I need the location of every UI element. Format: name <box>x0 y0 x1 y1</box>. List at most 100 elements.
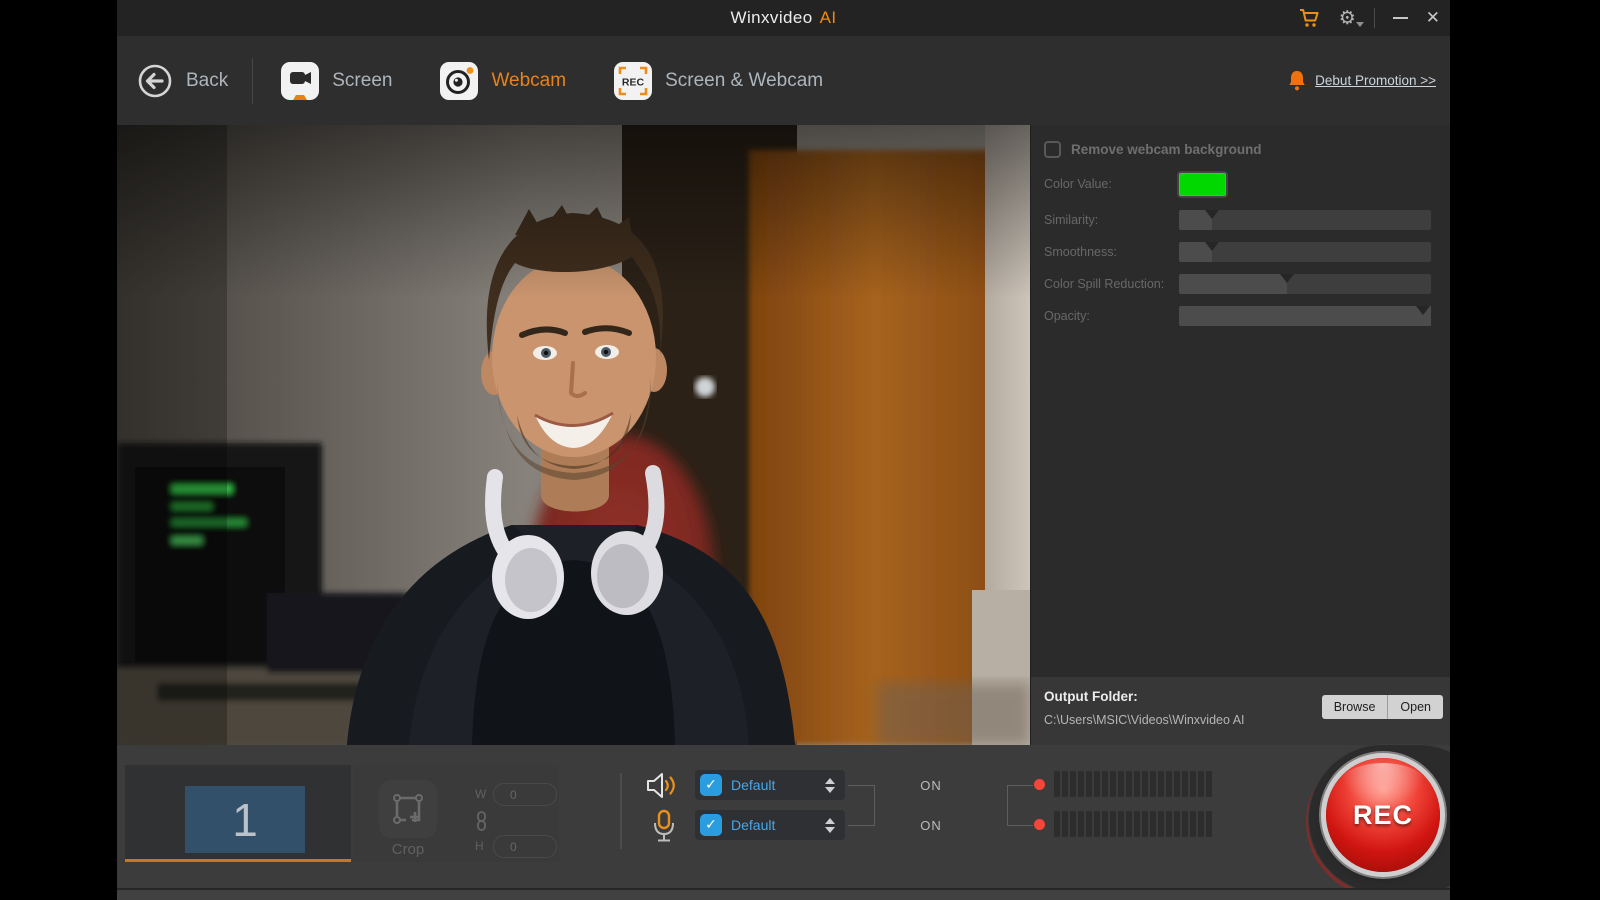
output-folder-label: Output Folder: <box>1044 689 1138 704</box>
bottom-status-strip <box>117 888 1450 900</box>
opacity-slider[interactable] <box>1179 306 1431 326</box>
meter-segment <box>1182 811 1188 837</box>
slider-thumb[interactable] <box>1205 242 1219 251</box>
meter-segment <box>1078 811 1084 837</box>
chroma-key-panel: Remove webcam background Color Value: Si… <box>1030 125 1450 745</box>
meter-segment <box>1086 771 1092 797</box>
smoothness-slider[interactable] <box>1179 242 1431 262</box>
tab-screen[interactable]: Screen <box>281 62 392 100</box>
rec-button[interactable]: REC <box>1326 758 1440 872</box>
remove-bg-row: Remove webcam background <box>1044 141 1262 158</box>
width-input[interactable]: 0 <box>493 783 557 806</box>
meter-segment <box>1078 771 1084 797</box>
titlebar-controls: ⚙ ✕ <box>1299 0 1440 36</box>
meter-segment <box>1102 811 1108 837</box>
slider-thumb[interactable] <box>1280 274 1294 283</box>
meter-segment <box>1198 771 1204 797</box>
mic-device-value: Default <box>731 817 825 833</box>
mic-level-dot <box>1034 819 1045 830</box>
slider-thumb[interactable] <box>1205 210 1219 219</box>
meter-segment <box>1166 811 1172 837</box>
tab-webcam[interactable]: Webcam <box>440 62 566 100</box>
meter-segment <box>1118 811 1124 837</box>
nav-left: Back Screen <box>137 36 823 125</box>
slider-fill <box>1179 274 1287 294</box>
crop-icon <box>390 791 426 827</box>
color-spill-slider[interactable] <box>1179 274 1431 294</box>
meter-segment <box>1134 771 1140 797</box>
link-dimensions-icon[interactable] <box>474 811 489 836</box>
open-button[interactable]: Open <box>1388 695 1443 719</box>
main-area: Remove webcam background Color Value: Si… <box>117 125 1450 745</box>
speaker-device-value: Default <box>731 777 825 793</box>
svg-text:REC: REC <box>622 76 645 88</box>
similarity-label: Similarity: <box>1044 213 1098 227</box>
similarity-row: Similarity: <box>1044 209 1438 233</box>
meter-segment <box>1054 811 1060 837</box>
display-thumbnail[interactable]: 1 <box>185 786 305 853</box>
store-cart-button[interactable] <box>1299 8 1321 28</box>
back-arrow-icon <box>137 63 173 99</box>
titlebar: Winxvideo AI ⚙ ✕ <box>117 0 1450 36</box>
meter-segment <box>1142 771 1148 797</box>
crop-button[interactable] <box>379 780 437 838</box>
display-number: 1 <box>232 793 258 847</box>
bottom-toolbar: 1 Crop W 0 <box>117 745 1450 888</box>
mic-enabled-checkbox[interactable]: ✓ <box>700 814 722 836</box>
app-title-main: Winxvideo <box>731 8 813 28</box>
meter-segment <box>1094 811 1100 837</box>
crop-panel: Crop W 0 H 0 <box>353 765 559 862</box>
color-value-row: Color Value: <box>1044 173 1438 197</box>
meter-segment <box>1174 811 1180 837</box>
meter-segment <box>1094 771 1100 797</box>
meter-segment <box>1062 811 1068 837</box>
opacity-label: Opacity: <box>1044 309 1090 323</box>
meter-segment <box>1086 811 1092 837</box>
connector-line <box>1007 825 1033 826</box>
tab-screen-webcam[interactable]: REC Screen & Webcam <box>614 62 823 100</box>
slider-thumb[interactable] <box>1416 306 1430 315</box>
browse-button[interactable]: Browse <box>1322 695 1389 719</box>
color-spill-row: Color Spill Reduction: <box>1044 273 1438 297</box>
close-button[interactable]: ✕ <box>1426 8 1440 28</box>
smoothness-row: Smoothness: <box>1044 241 1438 265</box>
opacity-row: Opacity: <box>1044 305 1438 329</box>
mic-on-status: ON <box>901 818 961 833</box>
meter-segment <box>1102 771 1108 797</box>
mic-device-dropdown[interactable]: ✓ Default <box>695 810 845 840</box>
screen: Winxvideo AI ⚙ ✕ <box>0 0 1600 900</box>
meter-segment <box>1126 771 1132 797</box>
speaker-device-dropdown[interactable]: ✓ Default <box>695 770 845 800</box>
minimize-button[interactable] <box>1393 17 1408 19</box>
chevron-updown-icon[interactable] <box>825 778 835 793</box>
remove-bg-label: Remove webcam background <box>1071 142 1262 157</box>
meter-segment <box>1166 771 1172 797</box>
gear-icon: ⚙ <box>1339 7 1356 29</box>
settings-button[interactable]: ⚙ <box>1339 7 1356 29</box>
webcam-feed-image <box>117 125 1030 745</box>
meter-segment <box>1134 811 1140 837</box>
connector-line <box>848 785 874 786</box>
speaker-enabled-checkbox[interactable]: ✓ <box>700 774 722 796</box>
similarity-slider[interactable] <box>1179 210 1431 230</box>
chevron-updown-icon[interactable] <box>825 818 835 833</box>
crop-label: Crop <box>353 841 463 858</box>
output-folder-section: Output Folder: C:\Users\MSIC\Videos\Winx… <box>1031 677 1450 745</box>
back-button[interactable]: Back <box>137 63 228 99</box>
display-selector[interactable]: 1 <box>125 765 351 862</box>
close-icon: ✕ <box>1426 8 1440 28</box>
remove-bg-checkbox[interactable] <box>1044 141 1061 158</box>
output-folder-path: C:\Users\MSIC\Videos\Winxvideo AI <box>1044 713 1245 727</box>
height-input[interactable]: 0 <box>493 835 557 858</box>
mic-level-meter-row <box>1034 811 1212 837</box>
meter-segment <box>1198 811 1204 837</box>
meter-segment <box>1158 771 1164 797</box>
color-value-swatch[interactable] <box>1179 173 1226 196</box>
color-spill-label: Color Spill Reduction: <box>1044 277 1164 291</box>
promo-link[interactable]: Debut Promotion >> <box>1315 73 1436 88</box>
meter-segment <box>1190 811 1196 837</box>
meter-segment <box>1110 771 1116 797</box>
meter-segment <box>1126 811 1132 837</box>
rec-button-label: REC <box>1326 800 1440 831</box>
minimize-icon <box>1393 17 1408 19</box>
